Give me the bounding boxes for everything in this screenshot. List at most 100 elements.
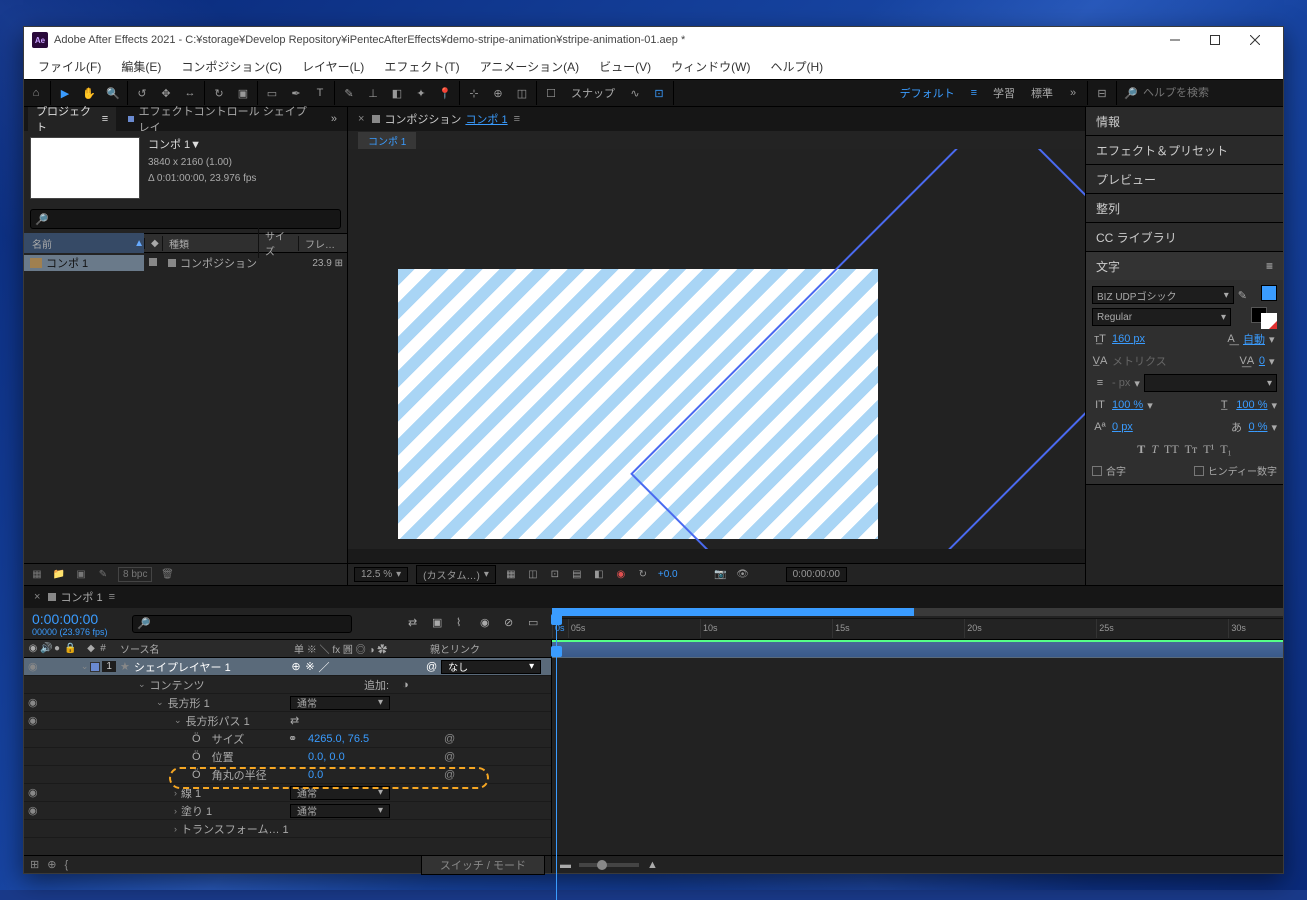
- new-comp-icon[interactable]: ▣: [74, 568, 88, 582]
- comp-name[interactable]: コンポ 1▼: [148, 137, 256, 155]
- panel-cc-libraries[interactable]: CC ライブラリ: [1086, 223, 1283, 251]
- expand-icon[interactable]: ⌄: [81, 661, 89, 672]
- shape-direction-icon[interactable]: ⇄: [290, 714, 299, 727]
- blend-mode-select[interactable]: 通常▾: [290, 804, 390, 818]
- menu-effect[interactable]: エフェクト(T): [374, 53, 469, 79]
- pickwhip-icon[interactable]: @: [426, 661, 437, 673]
- hand-tool-icon[interactable]: ✋: [77, 81, 101, 105]
- time-ruler[interactable]: 0s 05s 10s 15s 20s 25s 30s: [552, 608, 1283, 639]
- menu-window[interactable]: ウィンドウ(W): [661, 53, 760, 79]
- tab-project[interactable]: プロジェクト ≡: [28, 107, 116, 131]
- panel-character[interactable]: 文字≡: [1086, 252, 1283, 280]
- snap-opts-icon[interactable]: ∿: [623, 81, 647, 105]
- mask-icon[interactable]: ◫: [526, 568, 540, 582]
- home-icon[interactable]: ⌂: [24, 81, 48, 105]
- resolution-select[interactable]: (カスタム…)▾: [416, 565, 496, 584]
- timeline-search[interactable]: 🔎: [132, 615, 352, 633]
- channel-icon[interactable]: ◉: [614, 568, 628, 582]
- workspace-settings-icon[interactable]: ⊟: [1090, 81, 1114, 105]
- workspace-default[interactable]: デフォルト: [892, 85, 963, 101]
- constrain-icon[interactable]: ⚭: [288, 732, 297, 745]
- expression-icon[interactable]: @: [444, 733, 455, 745]
- eraser-tool-icon[interactable]: ◧: [385, 81, 409, 105]
- switches-modes-button[interactable]: スイッチ / モード: [421, 855, 545, 875]
- zoom-out-icon[interactable]: ▬: [560, 859, 571, 871]
- subscript-icon[interactable]: T₁: [1220, 442, 1232, 457]
- workspace-more-icon[interactable]: »: [1061, 81, 1085, 105]
- render-queue-icon[interactable]: ⊕: [47, 858, 56, 871]
- comp-thumbnail[interactable]: [30, 137, 140, 199]
- pen-tool-icon[interactable]: ✒: [284, 81, 308, 105]
- zoom-tool-icon[interactable]: 🔍: [101, 81, 125, 105]
- local-axis-icon[interactable]: ⊹: [462, 81, 486, 105]
- frame-blend-icon[interactable]: ◉: [480, 616, 496, 632]
- selection-tool-icon[interactable]: ▶: [53, 81, 77, 105]
- layer-row[interactable]: ◉⌄1 ★シェイプレイヤー 1 ⊕※／ @なし▾: [24, 658, 551, 676]
- menu-help[interactable]: ヘルプ(H): [761, 53, 834, 79]
- zoom-slider[interactable]: [579, 863, 639, 867]
- trash-icon[interactable]: 🗑: [160, 568, 174, 582]
- rotate-tool-icon[interactable]: ↻: [207, 81, 231, 105]
- view-axis-icon[interactable]: ◫: [510, 81, 534, 105]
- add-button-icon[interactable]: ◑: [402, 679, 409, 691]
- breadcrumb-comp[interactable]: コンポ 1: [358, 132, 416, 149]
- snap-edge-icon[interactable]: ⊡: [647, 81, 671, 105]
- interpret-icon[interactable]: ▦: [30, 568, 44, 582]
- zoom-select[interactable]: 12.5 %▾: [354, 567, 408, 582]
- stroke-fill-order[interactable]: ▾: [1144, 374, 1277, 392]
- panel-effects-presets[interactable]: エフェクト＆プリセット: [1086, 136, 1283, 164]
- tsume-value[interactable]: 0 %: [1249, 421, 1268, 433]
- tl-tab-name[interactable]: コンポ 1: [60, 589, 102, 605]
- panel-info[interactable]: 情報: [1086, 107, 1283, 135]
- stopwatch-icon[interactable]: Ö: [192, 733, 201, 745]
- workspace-menu-icon[interactable]: ≡: [963, 87, 985, 99]
- menu-file[interactable]: ファイル(F): [28, 53, 111, 79]
- col-num[interactable]: #: [98, 643, 108, 654]
- shy-icon[interactable]: ⌇: [456, 616, 472, 632]
- smallcaps-icon[interactable]: Tᴛ: [1185, 442, 1198, 457]
- menu-composition[interactable]: コンポジション(C): [171, 53, 292, 79]
- col-source-name[interactable]: ソース名: [116, 641, 290, 656]
- tl-close-tab-icon[interactable]: ×: [30, 591, 44, 603]
- expand-icon[interactable]: ⌄: [138, 679, 146, 690]
- workspace-learn[interactable]: 学習: [985, 85, 1023, 101]
- col-solo-icon[interactable]: ●: [52, 643, 62, 654]
- workspace-standard[interactable]: 標準: [1023, 85, 1061, 101]
- tl-tab-menu-icon[interactable]: ≡: [103, 591, 121, 603]
- panel-align[interactable]: 整列: [1086, 194, 1283, 222]
- menu-layer[interactable]: レイヤー(L): [292, 53, 374, 79]
- new-folder-icon[interactable]: 📁: [52, 568, 66, 582]
- expand-icon[interactable]: ⌄: [174, 715, 182, 726]
- panel-menu-icon[interactable]: ≡: [1266, 259, 1273, 273]
- eye-icon[interactable]: ◉: [28, 786, 38, 799]
- size-value[interactable]: 4265.0, 76.5: [308, 733, 369, 745]
- stroke-swatch-white[interactable]: [1261, 313, 1277, 329]
- reset-exposure-icon[interactable]: ↻: [636, 568, 650, 582]
- pan-tool-icon[interactable]: ✥: [154, 81, 178, 105]
- show-snapshot-icon[interactable]: 👁: [736, 568, 750, 582]
- snapshot-icon[interactable]: 📷: [714, 568, 728, 582]
- col-type[interactable]: 種類: [162, 236, 258, 251]
- col-name[interactable]: 名前▲: [24, 233, 144, 253]
- menu-view[interactable]: ビュー(V): [589, 53, 661, 79]
- font-family-select[interactable]: BIZ UDPゴシック▾: [1092, 286, 1234, 304]
- project-row[interactable]: コンポ 1 コンポジション 23.9 ⊞: [24, 253, 347, 273]
- puppet-tool-icon[interactable]: 📍: [433, 81, 457, 105]
- transparency-grid-icon[interactable]: ▦: [504, 568, 518, 582]
- safe-zones-icon[interactable]: ⊡: [548, 568, 562, 582]
- comp-tab-link[interactable]: コンポ 1: [465, 111, 507, 127]
- eye-icon[interactable]: ◉: [28, 804, 38, 817]
- stroke-width-value[interactable]: - px: [1112, 377, 1130, 389]
- exposure-value[interactable]: +0.0: [658, 569, 678, 580]
- hscale-value[interactable]: 100 %: [1236, 399, 1267, 411]
- brush-tool-icon[interactable]: ✎: [337, 81, 361, 105]
- motion-blur-icon[interactable]: ⊘: [504, 616, 520, 632]
- preview-time[interactable]: 0:00:00:00: [786, 567, 847, 582]
- composition-viewer[interactable]: [348, 149, 1085, 549]
- graph-editor-icon[interactable]: ▭: [528, 616, 544, 632]
- dolly-tool-icon[interactable]: ↔: [178, 81, 202, 105]
- eyedropper-icon[interactable]: ✎: [1238, 289, 1247, 302]
- ligature-checkbox[interactable]: [1092, 466, 1102, 476]
- layer-color-icon[interactable]: [90, 662, 100, 672]
- tab-effect-controls[interactable]: エフェクトコントロール シェイプレイ: [120, 107, 321, 131]
